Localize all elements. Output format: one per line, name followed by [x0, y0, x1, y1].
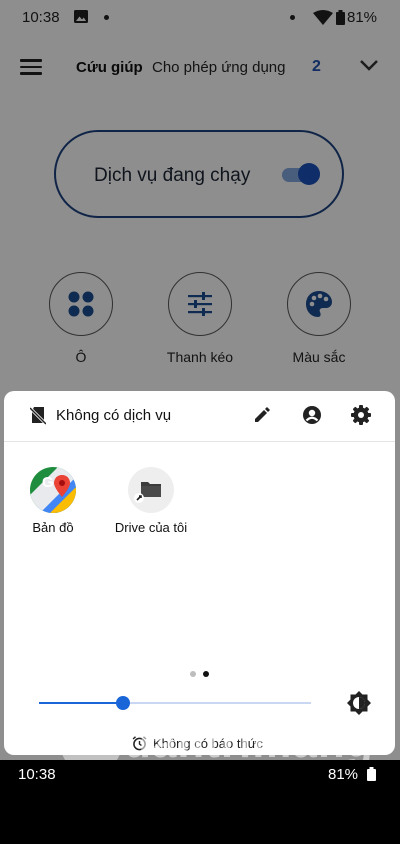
quick-settings-sheet: Không có dịch vụ G Bản đồ Drive của tôi … [4, 391, 395, 755]
tab-cuu-giup[interactable]: Cứu giúp [76, 59, 143, 76]
svg-text:G: G [42, 474, 54, 491]
sheet-header: Không có dịch vụ [4, 391, 395, 442]
palette-icon [306, 291, 332, 317]
image-notification-icon [74, 10, 88, 23]
alarm-clock-icon [132, 736, 147, 751]
sliders-icon [188, 292, 212, 316]
status-time: 10:38 [22, 9, 60, 26]
feature-label: Màu sắc [292, 349, 346, 365]
pager-dot [190, 671, 196, 677]
notification-dot-icon [104, 15, 109, 20]
menu-icon[interactable] [20, 59, 42, 75]
status-battery-percent: 81% [347, 9, 378, 26]
battery-icon [336, 10, 345, 25]
brightness-slider-thumb[interactable] [116, 696, 131, 710]
auto-brightness-icon[interactable] [347, 691, 371, 715]
battery-icon [367, 767, 376, 781]
app-drive-cua-toi[interactable]: Drive của tôi [108, 467, 194, 535]
tab-count-badge: 2 [312, 58, 321, 75]
chevron-down-icon[interactable] [358, 58, 380, 72]
drive-folder-shortcut-icon [128, 467, 174, 513]
bottom-status-bar: 10:38 81% [0, 760, 400, 844]
feature-label: Thanh kéo [166, 349, 234, 365]
feature-label: Ô [75, 349, 87, 365]
brightness-slider-fill [39, 702, 124, 704]
feature-tile-thanh-keo[interactable]: Thanh kéo [150, 272, 250, 365]
app-label: Bản đồ [32, 520, 74, 535]
bottom-battery-percent: 81% [328, 766, 359, 783]
bottom-time: 10:38 [18, 766, 56, 783]
service-running-pill[interactable]: Dịch vụ đang chạy [54, 130, 344, 218]
wifi-icon [313, 10, 333, 25]
tab-cho-phep-ung-dung[interactable]: Cho phép ứng dụng [152, 59, 285, 76]
no-service-label: Không có dịch vụ [56, 407, 172, 424]
alarm-label: Không có báo thức [153, 736, 263, 751]
app-header: Cứu giúp Cho phép ứng dụng 2 [0, 44, 400, 90]
pager-dot-active [203, 671, 209, 677]
grid-dots-icon [68, 291, 94, 317]
app-label: Drive của tôi [114, 520, 188, 535]
notification-dot-icon [290, 15, 295, 20]
account-icon[interactable] [302, 405, 322, 425]
service-toggle-thumb[interactable] [298, 163, 320, 185]
edit-pencil-icon[interactable] [252, 405, 272, 425]
alarm-row[interactable]: Không có báo thức [132, 736, 263, 751]
feature-tile-o[interactable]: Ô [31, 272, 131, 365]
app-ban-do[interactable]: G Bản đồ [20, 467, 86, 535]
status-bar: 10:38 81% [0, 0, 400, 34]
google-maps-icon: G [30, 467, 76, 513]
service-running-label: Dịch vụ đang chạy [94, 165, 251, 186]
no-sim-icon [30, 407, 46, 425]
feature-tile-mau-sac[interactable]: Màu sắc [269, 272, 369, 365]
settings-gear-icon[interactable] [351, 405, 371, 425]
